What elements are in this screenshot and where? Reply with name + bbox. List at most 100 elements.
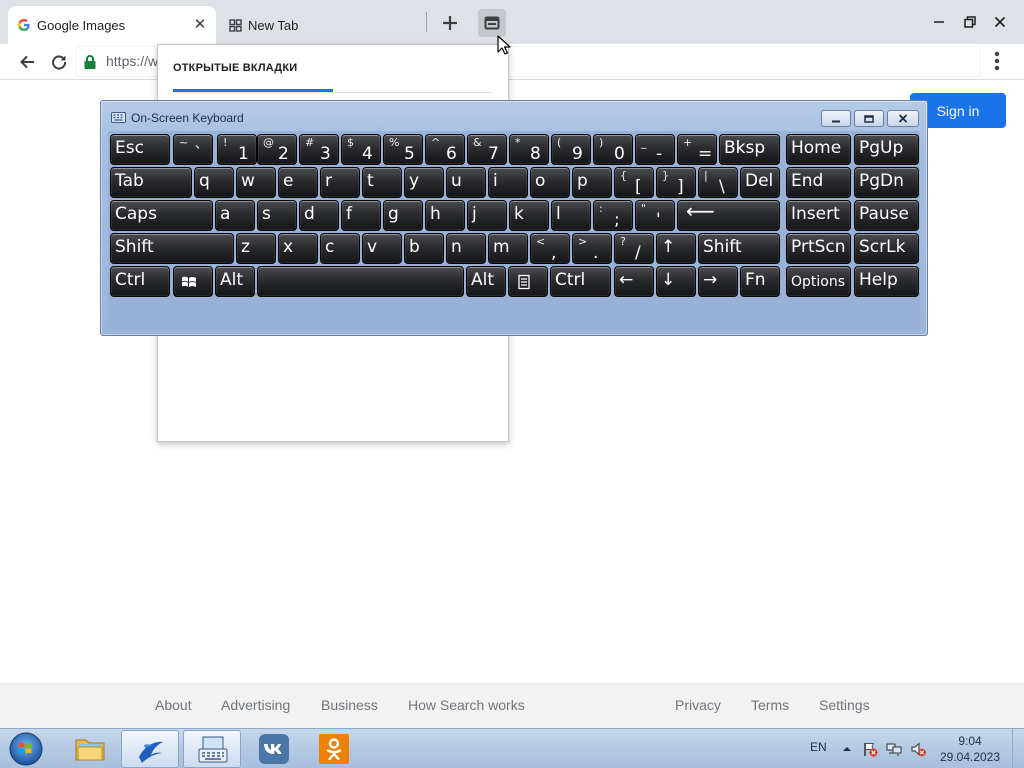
key-6[interactable]: ^ 6 bbox=[425, 134, 465, 165]
key-semicolon[interactable]: :; bbox=[593, 200, 633, 231]
restore-button[interactable] bbox=[961, 13, 979, 31]
key-o[interactable]: o bbox=[530, 167, 570, 198]
taskbar-odnoklassniki[interactable] bbox=[305, 730, 363, 768]
key-k[interactable]: k bbox=[509, 200, 549, 231]
key-backtick[interactable]: ~ ` bbox=[173, 134, 213, 165]
key-3[interactable]: #3 bbox=[299, 134, 339, 165]
key-options[interactable]: Options bbox=[786, 266, 851, 297]
key-bksp[interactable]: Bksp bbox=[719, 134, 780, 165]
taskbar-file-explorer[interactable] bbox=[61, 730, 119, 768]
action-center-flag-icon[interactable] bbox=[862, 741, 878, 757]
key-g[interactable]: g bbox=[383, 200, 423, 231]
key-4[interactable]: $4 bbox=[341, 134, 381, 165]
new-tab-button[interactable] bbox=[439, 12, 461, 34]
key-pgdn[interactable]: PgDn bbox=[854, 167, 919, 198]
key-v[interactable]: v bbox=[362, 233, 402, 264]
minimize-button[interactable] bbox=[930, 13, 948, 31]
key-insert[interactable]: Insert bbox=[786, 200, 851, 231]
osk-titlebar[interactable]: On-Screen Keyboard bbox=[101, 101, 927, 131]
key-m[interactable]: m bbox=[488, 233, 528, 264]
osk-maximize-button[interactable] bbox=[854, 110, 884, 127]
footer-link-privacy[interactable]: Privacy bbox=[675, 697, 721, 713]
key-right-bracket[interactable]: }] bbox=[656, 167, 696, 198]
key-alt[interactable]: Alt bbox=[466, 266, 506, 297]
key-7[interactable]: & 7 bbox=[467, 134, 507, 165]
footer-link-terms[interactable]: Terms bbox=[751, 697, 789, 713]
key-backslash[interactable]: | \ bbox=[698, 167, 738, 198]
key-equals[interactable]: + = bbox=[677, 134, 717, 165]
key-windows[interactable] bbox=[173, 266, 213, 297]
clock-time[interactable]: 9:04 bbox=[944, 734, 996, 748]
key-r[interactable]: r bbox=[320, 167, 360, 198]
key-prtscn[interactable]: PrtScn bbox=[786, 233, 851, 264]
key-comma[interactable]: <, bbox=[530, 233, 570, 264]
key-pgup[interactable]: PgUp bbox=[854, 134, 919, 165]
key-0[interactable]: ) 0 bbox=[593, 134, 633, 165]
reload-button[interactable] bbox=[46, 49, 72, 75]
taskbar-app-swoosh[interactable] bbox=[121, 730, 179, 768]
key-t[interactable]: t bbox=[362, 167, 402, 198]
key-minus[interactable]: _ - bbox=[635, 134, 675, 165]
key-x[interactable]: x bbox=[278, 233, 318, 264]
key-arrow-down[interactable]: ↓ bbox=[656, 266, 696, 297]
key-y[interactable]: y bbox=[404, 167, 444, 198]
key-alt[interactable]: Alt bbox=[215, 266, 255, 297]
language-indicator[interactable]: EN bbox=[810, 740, 827, 754]
show-hidden-arrow-icon[interactable] bbox=[839, 741, 855, 757]
key-fn[interactable]: Fn bbox=[740, 266, 780, 297]
key-quote[interactable]: " ' bbox=[635, 200, 675, 231]
key-esc[interactable]: Esc bbox=[110, 134, 170, 165]
key-l[interactable]: l bbox=[551, 200, 591, 231]
footer-link-advertising[interactable]: Advertising bbox=[221, 697, 290, 713]
key-tab[interactable]: Tab bbox=[110, 167, 192, 198]
key-b[interactable]: b bbox=[404, 233, 444, 264]
key-ctrl[interactable]: Ctrl bbox=[550, 266, 611, 297]
key-h[interactable]: h bbox=[425, 200, 465, 231]
key-d[interactable]: d bbox=[299, 200, 339, 231]
key-caps[interactable]: Caps bbox=[110, 200, 213, 231]
key-p[interactable]: p bbox=[572, 167, 612, 198]
key-u[interactable]: u bbox=[446, 167, 486, 198]
key-q[interactable]: q bbox=[194, 167, 234, 198]
key-del[interactable]: Del bbox=[740, 167, 780, 198]
key-arrow-right[interactable]: → bbox=[698, 266, 738, 297]
key-arrow-left[interactable]: ← bbox=[614, 266, 654, 297]
key-end[interactable]: End bbox=[786, 167, 851, 198]
key-f[interactable]: f bbox=[341, 200, 381, 231]
volume-muted-icon[interactable] bbox=[910, 741, 926, 757]
key-arrow-up[interactable]: ↑ bbox=[656, 233, 696, 264]
osk-minimize-button[interactable] bbox=[821, 110, 851, 127]
key-5[interactable]: % 5 bbox=[383, 134, 423, 165]
taskbar-on-screen-keyboard[interactable] bbox=[183, 730, 241, 768]
footer-link-settings[interactable]: Settings bbox=[819, 697, 870, 713]
start-button[interactable] bbox=[6, 730, 46, 768]
close-window-button[interactable] bbox=[991, 13, 1009, 31]
key-home[interactable]: Home bbox=[786, 134, 851, 165]
osk-close-button[interactable] bbox=[887, 110, 919, 127]
footer-link-how-search-works[interactable]: How Search works bbox=[408, 697, 525, 713]
close-tab-icon[interactable]: ✕ bbox=[192, 16, 208, 32]
key-e[interactable]: e bbox=[278, 167, 318, 198]
key-menu[interactable] bbox=[508, 266, 548, 297]
footer-link-about[interactable]: About bbox=[155, 697, 192, 713]
clock-date[interactable]: 29.04.2023 bbox=[937, 750, 1003, 764]
key-c[interactable]: c bbox=[320, 233, 360, 264]
key-j[interactable]: j bbox=[467, 200, 507, 231]
key-shift[interactable]: Shift bbox=[698, 233, 780, 264]
key-enter[interactable]: ⟵ bbox=[677, 200, 780, 231]
key-left-bracket[interactable]: {[ bbox=[614, 167, 654, 198]
key-space[interactable] bbox=[257, 266, 464, 297]
key-scrlk[interactable]: ScrLk bbox=[854, 233, 919, 264]
key-shift[interactable]: Shift bbox=[110, 233, 234, 264]
back-button[interactable] bbox=[14, 49, 40, 75]
key-a[interactable]: a bbox=[215, 200, 255, 231]
key-slash[interactable]: ? / bbox=[614, 233, 654, 264]
key-pause[interactable]: Pause bbox=[854, 200, 919, 231]
key-ctrl[interactable]: Ctrl bbox=[110, 266, 170, 297]
tab-google-images[interactable]: Google Images ✕ bbox=[8, 6, 216, 44]
key-s[interactable]: s bbox=[257, 200, 297, 231]
key-z[interactable]: z bbox=[236, 233, 276, 264]
key-w[interactable]: w bbox=[236, 167, 276, 198]
key-help[interactable]: Help bbox=[854, 266, 919, 297]
tab-search-button[interactable] bbox=[478, 9, 506, 37]
